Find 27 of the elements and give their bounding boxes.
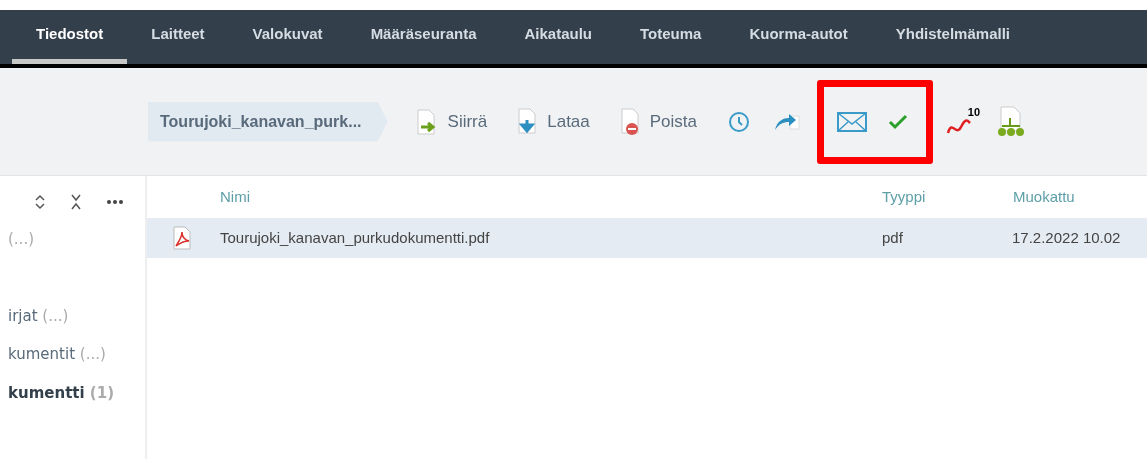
nav-tab[interactable]: Määräseuranta (346, 10, 501, 64)
document-delete-icon (619, 107, 642, 136)
more-icon[interactable] (106, 199, 124, 205)
check-icon[interactable] (887, 112, 909, 131)
document-tree-icon[interactable] (997, 105, 1025, 138)
file-name: Tourujoki_kanavan_purkudokumentti.pdf (220, 227, 491, 248)
modified-date: 17.2.2022 10.02 (1012, 227, 1121, 248)
nav-tab[interactable]: Toteuma (616, 10, 726, 64)
tree-item[interactable]: kumentit (...) (0, 343, 145, 366)
toolbar-action-button[interactable]: Lataa (517, 107, 590, 136)
mail-icon[interactable] (837, 111, 867, 132)
clock-icon[interactable] (727, 109, 751, 134)
tree-item[interactable]: kumentti (1) (0, 381, 145, 404)
collapse-all-icon[interactable] (70, 194, 82, 210)
nav-tab[interactable]: Yhdistelmämalli (871, 10, 1034, 64)
toolbar-action-button[interactable]: Poista (619, 107, 697, 136)
pdf-file-icon (171, 226, 193, 250)
nav-tab[interactable]: Aikataulu (500, 10, 617, 64)
toolbar-action-button[interactable]: Siirrä (415, 108, 488, 135)
expand-collapse-icon[interactable] (34, 194, 46, 210)
nav-tab[interactable]: Valokuvat (228, 10, 347, 64)
file-type: pdf (882, 227, 904, 248)
file-row[interactable]: Tourujoki_kanavan_purkudokumentti.pdf pdf 17.2.2022 10.02 (147, 218, 1147, 258)
breadcrumb[interactable]: Tourujoki_kanavan_purk... (148, 101, 388, 142)
tree-item[interactable]: irjat (...) (0, 304, 145, 327)
nav-tab[interactable]: Laitteet (127, 10, 229, 64)
nav-tab[interactable]: Kuorma-autot (725, 10, 872, 64)
